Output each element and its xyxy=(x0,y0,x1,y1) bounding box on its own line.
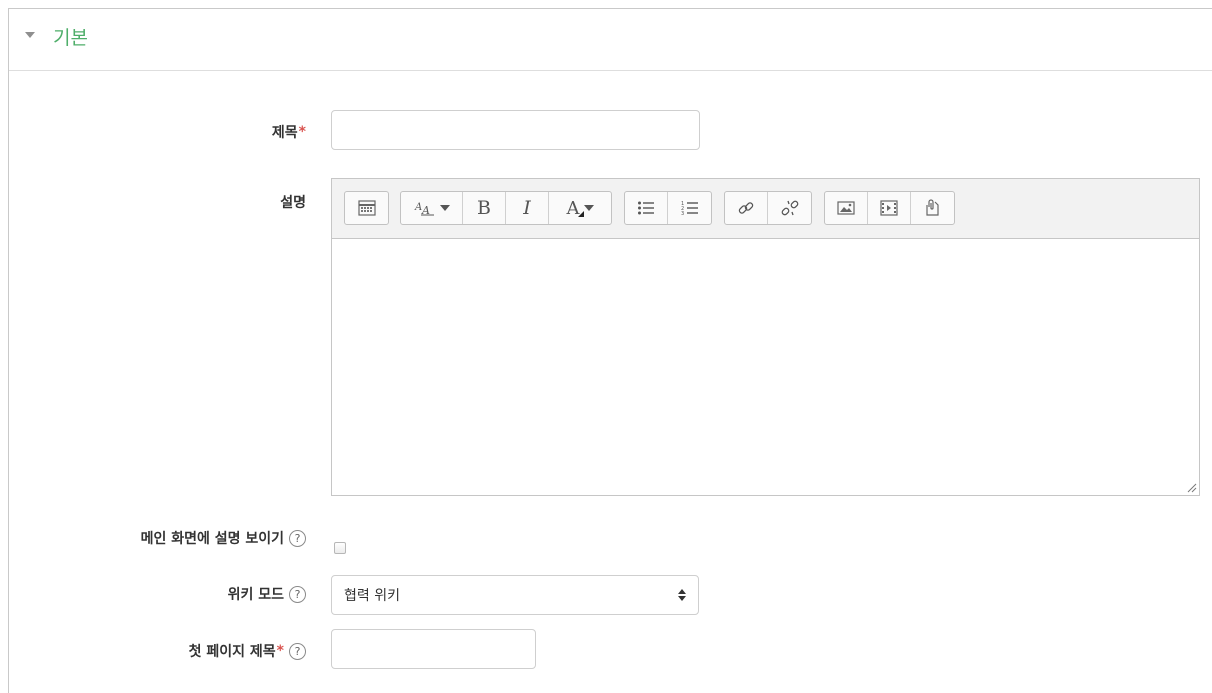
italic-icon: I xyxy=(523,197,531,219)
unlink-button[interactable] xyxy=(768,192,811,224)
italic-button[interactable]: I xyxy=(506,192,549,224)
name-label-row: 제목 * xyxy=(272,122,306,142)
editor-toolbar: A A B I A 1 2 3 xyxy=(332,179,1199,239)
required-mark: * xyxy=(298,124,306,140)
wiki-mode-value: 협력 위키 xyxy=(344,588,400,604)
numbered-list-button[interactable]: 123 xyxy=(668,192,711,224)
toolbar-toggle-button[interactable] xyxy=(345,192,388,224)
chevron-down-icon xyxy=(583,205,594,211)
section-title[interactable]: 기본 xyxy=(53,23,88,50)
link-icon xyxy=(737,199,755,217)
toolbar-toggle-icon xyxy=(357,200,376,216)
file-icon xyxy=(925,199,941,217)
section-header[interactable]: 기본 xyxy=(9,9,1212,71)
toolbar-group-links xyxy=(724,191,812,225)
file-button[interactable] xyxy=(911,192,954,224)
svg-text:A: A xyxy=(421,204,430,216)
wiki-mode-label: 위키 모드 xyxy=(227,587,284,603)
bullet-list-icon xyxy=(637,200,655,216)
font-style-button[interactable]: A A xyxy=(401,192,463,224)
font-style-icon: A A xyxy=(414,200,436,216)
image-icon xyxy=(837,200,855,216)
wiki-mode-label-row: 위키 모드 ? xyxy=(228,584,306,604)
form-panel: 기본 제목 * 설명 A A B I A 1 2 3 메인 화면에 설명 보이기… xyxy=(8,8,1212,693)
collapse-arrow-icon[interactable] xyxy=(25,32,35,38)
svg-text:A: A xyxy=(414,202,422,213)
resize-grip-icon[interactable] xyxy=(1185,481,1197,493)
name-input[interactable] xyxy=(331,110,700,150)
toolbar-group-lists: 123 xyxy=(624,191,712,225)
bold-button[interactable]: B xyxy=(463,192,506,224)
editor-content-area[interactable] xyxy=(332,239,1199,495)
show-description-label-row: 메인 화면에 설명 보이기 ? xyxy=(141,528,306,548)
toolbar-group-toggle xyxy=(344,191,389,225)
name-label: 제목 xyxy=(271,125,298,141)
media-icon xyxy=(880,200,898,216)
wiki-mode-select[interactable]: 협력 위키 xyxy=(331,575,699,615)
first-page-label-row: 첫 페이지 제목 * ? xyxy=(189,641,306,661)
help-icon[interactable]: ? xyxy=(289,529,306,547)
bullet-list-button[interactable] xyxy=(625,192,668,224)
color-swatch-icon xyxy=(577,210,584,217)
first-page-label: 첫 페이지 제목 xyxy=(188,644,276,660)
link-button[interactable] xyxy=(725,192,768,224)
numbered-list-icon: 123 xyxy=(681,200,699,216)
chevron-down-icon xyxy=(439,205,450,211)
first-page-input[interactable] xyxy=(331,629,536,669)
toolbar-group-media xyxy=(824,191,955,225)
description-label-row: 설명 xyxy=(280,192,306,212)
show-description-checkbox[interactable] xyxy=(334,542,346,554)
bold-icon: B xyxy=(477,197,491,219)
toolbar-group-text: A A B I A xyxy=(400,191,612,225)
media-button[interactable] xyxy=(868,192,911,224)
description-editor[interactable]: A A B I A 1 2 3 xyxy=(331,178,1200,496)
image-button[interactable] xyxy=(825,192,868,224)
required-mark: * xyxy=(276,643,284,659)
font-color-icon: A xyxy=(567,198,584,219)
font-color-button[interactable]: A xyxy=(549,192,611,224)
help-icon[interactable]: ? xyxy=(289,642,306,660)
select-arrows-icon xyxy=(678,589,686,601)
description-label: 설명 xyxy=(280,195,306,211)
unlink-icon xyxy=(781,199,799,217)
show-description-label: 메인 화면에 설명 보이기 xyxy=(140,531,284,547)
svg-text:3: 3 xyxy=(681,211,684,216)
help-icon[interactable]: ? xyxy=(289,585,306,603)
